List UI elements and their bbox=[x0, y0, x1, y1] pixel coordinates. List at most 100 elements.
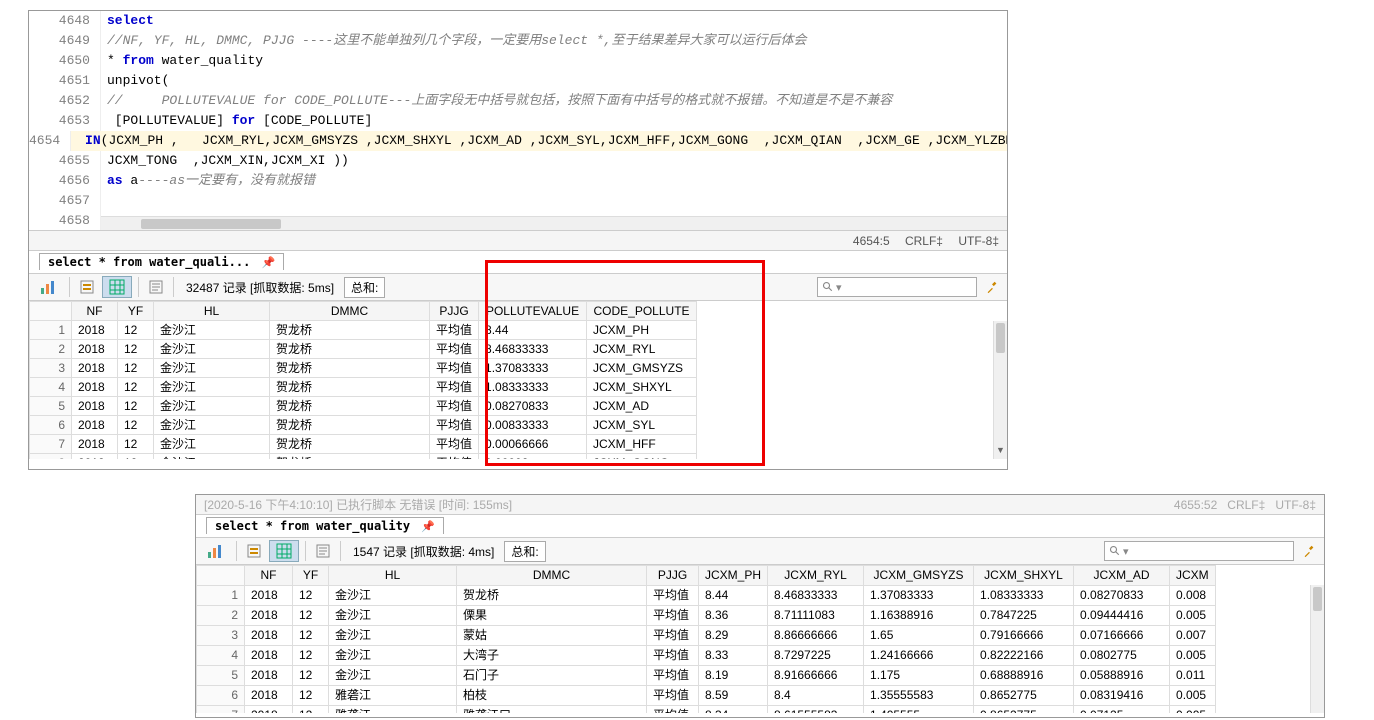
result-grid[interactable]: NFYFHLDMMCPJJGPOLLUTEVALUECODE_POLLUTE12… bbox=[29, 301, 697, 459]
cell[interactable]: 1.37083333 bbox=[479, 359, 587, 378]
col-header[interactable]: POLLUTEVALUE bbox=[479, 302, 587, 321]
cell[interactable]: 8.44 bbox=[699, 586, 768, 606]
cell[interactable]: 金沙江 bbox=[329, 586, 457, 606]
code-line[interactable]: 4653 [POLLUTEVALUE] for [CODE_POLLUTE] bbox=[29, 111, 1007, 131]
cell[interactable]: 平均值 bbox=[647, 686, 699, 706]
cell[interactable]: 2018 bbox=[245, 646, 293, 666]
chart-button[interactable] bbox=[200, 540, 230, 562]
cell[interactable]: 1.08333333 bbox=[974, 586, 1074, 606]
code-line[interactable]: 4651unpivot( bbox=[29, 71, 1007, 91]
cell[interactable]: 雅砻江 bbox=[329, 686, 457, 706]
cell[interactable]: 平均值 bbox=[647, 666, 699, 686]
table-row[interactable]: 5201812金沙江石门子平均值8.198.916666661.1750.688… bbox=[197, 666, 1216, 686]
cell[interactable]: 金沙江 bbox=[329, 646, 457, 666]
cell[interactable]: 2018 bbox=[72, 340, 118, 359]
cell[interactable]: 0.00833333 bbox=[479, 416, 587, 435]
grid-button[interactable] bbox=[269, 540, 299, 562]
cell[interactable]: 8.61555583 bbox=[768, 706, 864, 714]
cell[interactable]: 金沙江 bbox=[154, 378, 270, 397]
table-row[interactable]: 2201812金沙江贺龙桥平均值8.46833333JCXM_RYL bbox=[30, 340, 697, 359]
col-header[interactable]: CODE_POLLUTE bbox=[587, 302, 697, 321]
cell[interactable]: 12 bbox=[293, 606, 329, 626]
cell[interactable]: JCXM_GONG bbox=[587, 454, 697, 460]
cell[interactable]: 12 bbox=[118, 378, 154, 397]
table-row[interactable]: 4201812金沙江大湾子平均值8.338.72972251.241666660… bbox=[197, 646, 1216, 666]
cell[interactable]: 8.44 bbox=[479, 321, 587, 340]
col-header[interactable]: HL bbox=[329, 566, 457, 586]
cell[interactable]: 2018 bbox=[245, 626, 293, 646]
cell[interactable]: 1.37083333 bbox=[864, 586, 974, 606]
cell[interactable]: 蒙姑 bbox=[457, 626, 647, 646]
col-header[interactable]: HL bbox=[154, 302, 270, 321]
result-grid-2[interactable]: NFYFHLDMMCPJJGJCXM_PHJCXM_RYLJCXM_GMSYZS… bbox=[196, 565, 1216, 713]
code-line[interactable]: 4648select bbox=[29, 11, 1007, 31]
cell[interactable]: JCXM_PH bbox=[587, 321, 697, 340]
col-header[interactable]: YF bbox=[118, 302, 154, 321]
table-row[interactable]: 7201812雅砻江雅砻江口平均值8.348.615555831.4055550… bbox=[197, 706, 1216, 714]
cell[interactable]: 12 bbox=[293, 646, 329, 666]
cell[interactable]: 雅砻江 bbox=[329, 706, 457, 714]
cell[interactable]: 0.005 bbox=[1170, 606, 1216, 626]
cell[interactable]: 0.68888916 bbox=[974, 666, 1074, 686]
pin-icon[interactable]: 📌 bbox=[421, 520, 435, 533]
cell[interactable]: JCXM_HFF bbox=[587, 435, 697, 454]
cell[interactable]: 贺龙桥 bbox=[270, 454, 430, 460]
cell[interactable]: 0.82222166 bbox=[974, 646, 1074, 666]
cell[interactable]: 12 bbox=[293, 686, 329, 706]
cell[interactable]: 金沙江 bbox=[154, 359, 270, 378]
cell[interactable]: 贺龙桥 bbox=[270, 359, 430, 378]
cell[interactable]: 平均值 bbox=[430, 435, 479, 454]
cell[interactable]: 12 bbox=[118, 397, 154, 416]
cell[interactable]: 0.08270833 bbox=[1074, 586, 1170, 606]
cell[interactable]: 平均值 bbox=[430, 359, 479, 378]
cell[interactable]: 8.86666666 bbox=[768, 626, 864, 646]
code-line[interactable]: 4649//NF, YF, HL, DMMC, PJJG ----这里不能单独列… bbox=[29, 31, 1007, 51]
cell[interactable]: JCXM_SHXYL bbox=[587, 378, 697, 397]
cell[interactable]: 0.0802775 bbox=[1074, 646, 1170, 666]
cell[interactable]: 0.07166666 bbox=[1074, 626, 1170, 646]
code-line[interactable]: 4652// POLLUTEVALUE for CODE_POLLUTE---上… bbox=[29, 91, 1007, 111]
cell[interactable]: 2018 bbox=[72, 454, 118, 460]
sql-editor[interactable]: 4648select4649//NF, YF, HL, DMMC, PJJG -… bbox=[29, 11, 1007, 230]
cell[interactable]: 0.7847225 bbox=[974, 606, 1074, 626]
cell[interactable]: 平均值 bbox=[430, 397, 479, 416]
cell[interactable]: JCXM_GMSYZS bbox=[587, 359, 697, 378]
scrollbar-thumb[interactable] bbox=[1313, 587, 1322, 611]
table-row[interactable]: 3201812金沙江贺龙桥平均值1.37083333JCXM_GMSYZS bbox=[30, 359, 697, 378]
cell[interactable]: 8.4 bbox=[768, 686, 864, 706]
cell[interactable]: 1.08333333 bbox=[479, 378, 587, 397]
cell[interactable]: 2018 bbox=[72, 378, 118, 397]
table-row[interactable]: 6201812雅砻江柏枝平均值8.598.41.355555830.865277… bbox=[197, 686, 1216, 706]
col-header[interactable]: NF bbox=[245, 566, 293, 586]
cell[interactable]: 2018 bbox=[245, 666, 293, 686]
cell[interactable]: 大湾子 bbox=[457, 646, 647, 666]
cell[interactable]: 傈果 bbox=[457, 606, 647, 626]
table-row[interactable]: 8201812金沙江贺龙桥平均值0.00002JCXM_GONG bbox=[30, 454, 697, 460]
cell[interactable]: 金沙江 bbox=[329, 626, 457, 646]
cell[interactable]: 平均值 bbox=[647, 606, 699, 626]
col-header[interactable]: JCXM_PH bbox=[699, 566, 768, 586]
cell[interactable]: 1.35555583 bbox=[864, 686, 974, 706]
cell[interactable]: 金沙江 bbox=[154, 321, 270, 340]
cell[interactable]: JCXM_SYL bbox=[587, 416, 697, 435]
cell[interactable]: 12 bbox=[118, 359, 154, 378]
cell[interactable]: 金沙江 bbox=[154, 454, 270, 460]
cell[interactable]: 12 bbox=[118, 340, 154, 359]
cell[interactable]: 0.00002 bbox=[479, 454, 587, 460]
code-line[interactable]: 4650* from water_quality bbox=[29, 51, 1007, 71]
cell[interactable]: JCXM_AD bbox=[587, 397, 697, 416]
cell[interactable]: 贺龙桥 bbox=[270, 321, 430, 340]
table-row[interactable]: 2201812金沙江傈果平均值8.368.711110831.163889160… bbox=[197, 606, 1216, 626]
col-header[interactable]: PJJG bbox=[430, 302, 479, 321]
cell[interactable]: 平均值 bbox=[430, 340, 479, 359]
cell[interactable]: 贺龙桥 bbox=[270, 435, 430, 454]
grid-button[interactable] bbox=[102, 276, 132, 298]
result-tab[interactable]: select * from water_quali... 📌 bbox=[39, 253, 284, 270]
table-row[interactable]: 1201812金沙江贺龙桥平均值8.44JCXM_PH bbox=[30, 321, 697, 340]
cell[interactable]: 0.007 bbox=[1170, 626, 1216, 646]
cell[interactable]: 1.405555 bbox=[864, 706, 974, 714]
col-header[interactable]: YF bbox=[293, 566, 329, 586]
code-line[interactable]: 4657 bbox=[29, 191, 1007, 211]
grid-search[interactable]: ▾ bbox=[1104, 541, 1294, 561]
cell[interactable]: 金沙江 bbox=[329, 666, 457, 686]
